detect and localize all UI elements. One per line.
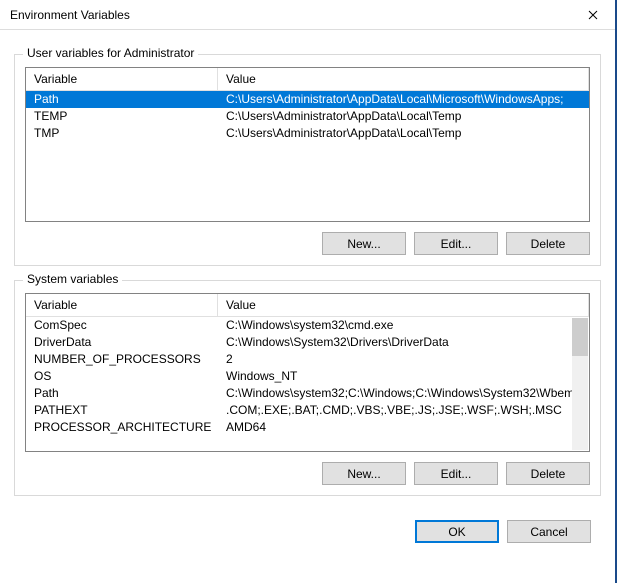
user-variables-list[interactable]: Variable Value Path C:\Users\Administrat… <box>25 67 590 222</box>
close-button[interactable] <box>570 0 615 30</box>
user-variables-group: User variables for Administrator Variabl… <box>14 54 601 266</box>
list-header: Variable Value <box>26 294 589 317</box>
table-row[interactable]: TEMP C:\Users\Administrator\AppData\Loca… <box>26 108 589 125</box>
user-variables-label: User variables for Administrator <box>23 46 198 60</box>
table-row[interactable]: PATHEXT .COM;.EXE;.BAT;.CMD;.VBS;.VBE;.J… <box>26 402 589 419</box>
table-row[interactable]: TMP C:\Users\Administrator\AppData\Local… <box>26 125 589 142</box>
column-variable[interactable]: Variable <box>26 294 218 316</box>
system-variables-list[interactable]: Variable Value ComSpec C:\Windows\system… <box>25 293 590 452</box>
system-variables-group: System variables Variable Value ComSpec … <box>14 280 601 496</box>
table-row[interactable]: PROCESSOR_ARCHITECTURE AMD64 <box>26 419 589 436</box>
user-new-button[interactable]: New... <box>322 232 406 255</box>
table-row[interactable]: OS Windows_NT <box>26 368 589 385</box>
column-value[interactable]: Value <box>218 68 589 90</box>
user-edit-button[interactable]: Edit... <box>414 232 498 255</box>
system-variables-label: System variables <box>23 272 122 286</box>
table-row[interactable]: DriverData C:\Windows\System32\Drivers\D… <box>26 334 589 351</box>
scrollbar[interactable] <box>572 318 588 450</box>
table-row[interactable]: Path C:\Users\Administrator\AppData\Loca… <box>26 91 589 108</box>
scroll-thumb[interactable] <box>572 318 588 356</box>
table-row[interactable]: NUMBER_OF_PROCESSORS 2 <box>26 351 589 368</box>
close-icon <box>588 10 598 20</box>
column-value[interactable]: Value <box>218 294 589 316</box>
ok-button[interactable]: OK <box>415 520 499 543</box>
list-header: Variable Value <box>26 68 589 91</box>
system-edit-button[interactable]: Edit... <box>414 462 498 485</box>
table-row[interactable]: ComSpec C:\Windows\system32\cmd.exe <box>26 317 589 334</box>
system-new-button[interactable]: New... <box>322 462 406 485</box>
user-delete-button[interactable]: Delete <box>506 232 590 255</box>
system-delete-button[interactable]: Delete <box>506 462 590 485</box>
table-row[interactable]: Path C:\Windows\system32;C:\Windows;C:\W… <box>26 385 589 402</box>
titlebar: Environment Variables <box>0 0 615 30</box>
cancel-button[interactable]: Cancel <box>507 520 591 543</box>
column-variable[interactable]: Variable <box>26 68 218 90</box>
window-title: Environment Variables <box>10 8 570 22</box>
